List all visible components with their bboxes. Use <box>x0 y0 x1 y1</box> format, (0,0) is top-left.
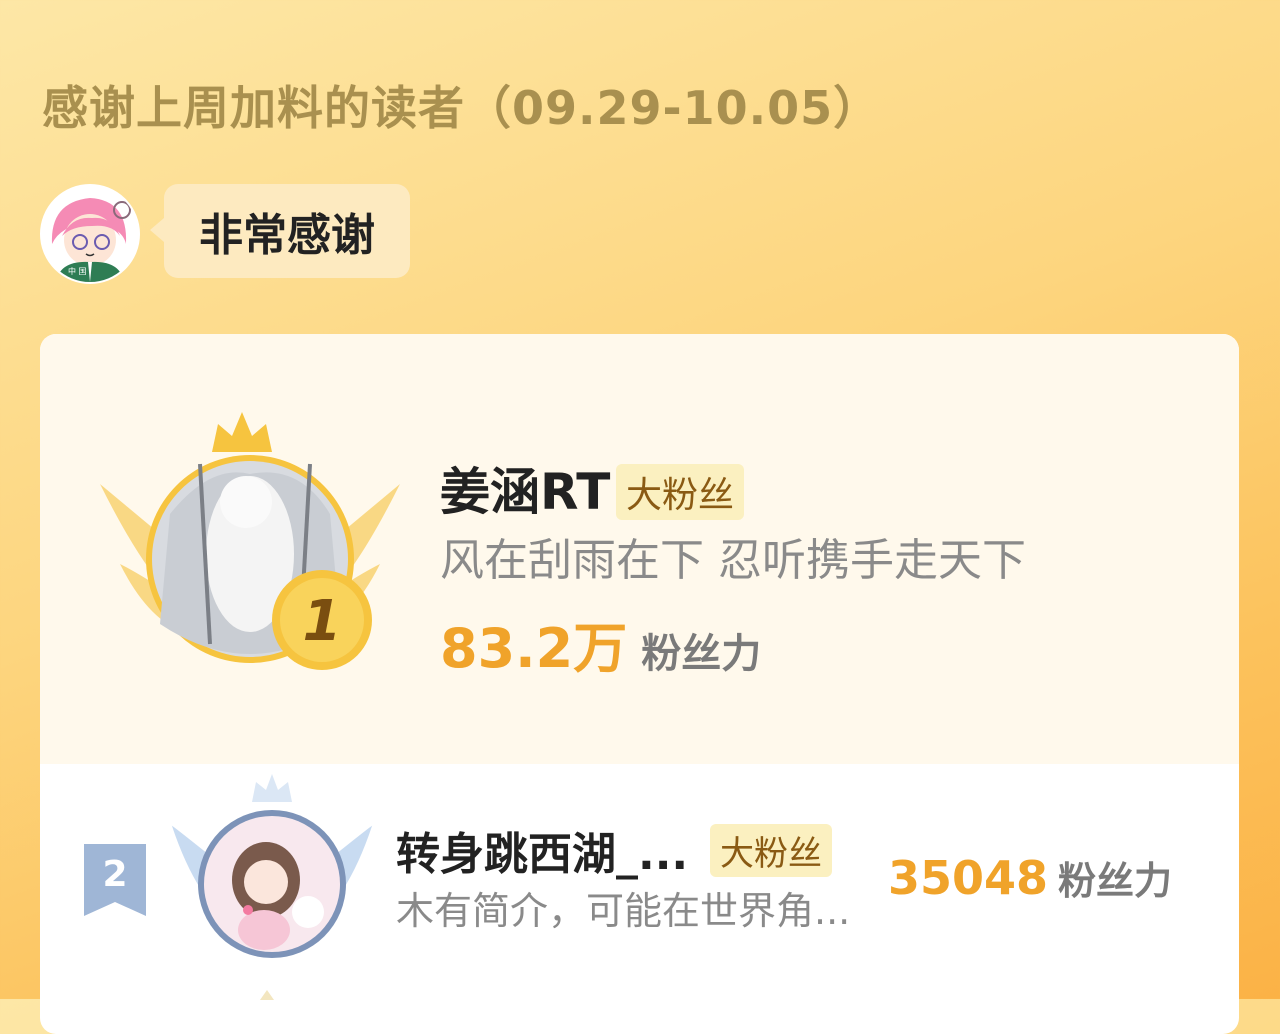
rank-2-name[interactable]: 转身跳西湖_... <box>396 818 688 882</box>
rank-2-number: 2 <box>102 854 127 895</box>
rank-2-unit: 粉丝力 <box>1058 859 1173 903</box>
rank-1-badge: 大粉丝 <box>616 464 745 520</box>
rank-2-ribbon-icon: 2 <box>84 844 146 916</box>
rank-2-bio: 木有简介，可能在世界角... <box>396 889 851 933</box>
ranking-card: 1 姜涵RT 大粉丝 风在刮雨在下 忍听携手走天下 83.2万 粉丝力 2 转身… <box>40 334 1239 1034</box>
rank-1-number: 1 <box>303 589 342 654</box>
rank-1-score-row: 83.2万 粉丝力 <box>440 604 761 683</box>
rank-2-badge: 大粉丝 <box>710 824 832 877</box>
crown-icon <box>212 412 272 452</box>
rank-2-score-row: 35048 粉丝力 <box>888 850 1172 905</box>
rank-1-unit: 粉丝力 <box>641 631 762 677</box>
thanks-bubble: 非常感谢 <box>150 184 410 278</box>
rank-1-avatar-group: 1 <box>100 404 400 694</box>
rank-1-bio: 风在刮雨在下 忍听携手走天下 <box>440 535 1026 586</box>
rank-1-score: 83.2万 <box>440 617 628 680</box>
rank-second-row[interactable]: 2 转身跳西湖_... 大粉丝 木有简介，可能在世界角... 35048 粉丝力 <box>40 764 1239 1004</box>
page-title: 感谢上周加料的读者（09.29-10.05） <box>42 81 881 135</box>
rank-2-score: 35048 <box>888 851 1049 905</box>
rank-1-name[interactable]: 姜涵RT <box>440 452 610 524</box>
flag-text: 中 国 <box>68 266 87 276</box>
host-avatar[interactable]: 中 国 <box>40 184 140 284</box>
crown-icon <box>252 774 292 802</box>
rank-1-medal-icon: 1 <box>272 570 372 670</box>
host-avatar-icon: 中 国 <box>42 186 138 282</box>
rank-2-avatar-group <box>168 772 376 972</box>
rank-first-row[interactable]: 1 姜涵RT 大粉丝 风在刮雨在下 忍听携手走天下 83.2万 粉丝力 <box>40 334 1239 764</box>
